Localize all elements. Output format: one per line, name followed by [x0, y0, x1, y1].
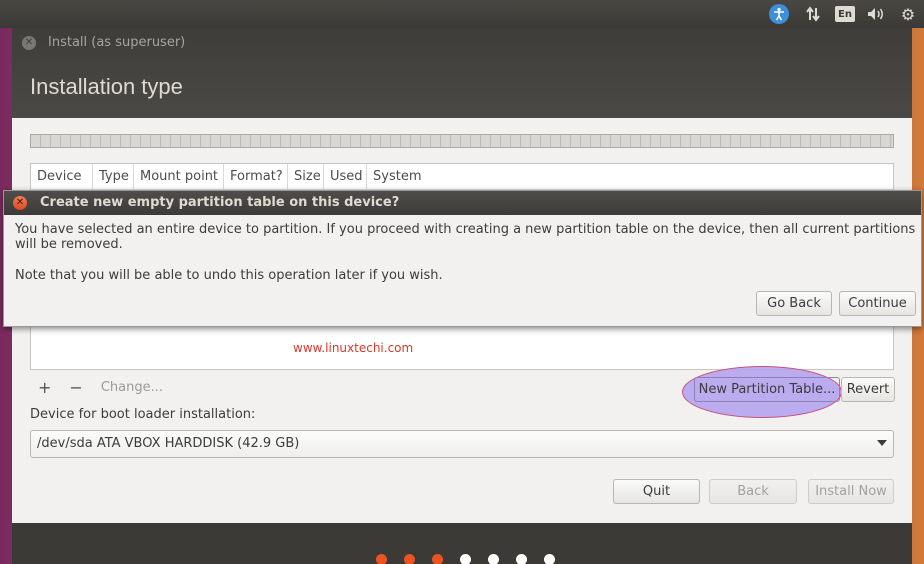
new-partition-table-button[interactable]: New Partition Table... [694, 377, 840, 402]
bootloader-selected-value: /dev/sda ATA VBOX HARDDISK (42.9 GB) [37, 436, 300, 451]
table-header: Device Type Mount point Format? Size Use… [31, 164, 893, 190]
install-now-button[interactable]: Install Now [808, 479, 894, 504]
step-progress-dots [376, 554, 555, 564]
bootloader-label: Device for boot loader installation: [30, 407, 256, 422]
continue-button[interactable]: Continue [839, 291, 916, 316]
column-header-device[interactable]: Device [31, 164, 93, 189]
progress-dot [516, 554, 527, 564]
progress-dot [460, 554, 471, 564]
confirm-dialog: ✕ Create new empty partition table on th… [3, 190, 922, 327]
window-title: Install (as superuser) [48, 35, 186, 50]
network-icon[interactable] [803, 4, 823, 24]
dialog-titlebar: ✕ Create new empty partition table on th… [4, 191, 921, 215]
close-icon[interactable]: ✕ [22, 36, 36, 50]
disk-usage-bar [30, 134, 894, 148]
keyboard-language-icon[interactable]: En [835, 6, 855, 22]
change-partition-button[interactable]: Change... [101, 380, 163, 395]
column-header-format[interactable]: Format? [224, 164, 288, 189]
dialog-note: Note that you will be able to undo this … [15, 268, 443, 283]
progress-dot [488, 554, 499, 564]
column-header-system[interactable]: System [367, 164, 893, 189]
bootloader-device-select[interactable]: /dev/sda ATA VBOX HARDDISK (42.9 GB) [30, 430, 894, 458]
settings-gear-icon[interactable]: ⚙ [898, 4, 918, 24]
progress-dot [432, 554, 443, 564]
watermark-text: www.linuxtechi.com [293, 341, 414, 355]
window-titlebar: ✕ Install (as superuser) Installation ty… [12, 28, 912, 118]
dialog-message: You have selected an entire device to pa… [15, 222, 916, 252]
column-header-mount-point[interactable]: Mount point [134, 164, 224, 189]
revert-button[interactable]: Revert [841, 377, 895, 402]
progress-dot [404, 554, 415, 564]
column-header-type[interactable]: Type [93, 164, 134, 189]
add-partition-button[interactable]: + [38, 378, 51, 397]
partition-toolbar: + − Change... [38, 378, 163, 397]
column-header-size[interactable]: Size [288, 164, 324, 189]
column-header-used[interactable]: Used [324, 164, 367, 189]
dialog-title: Create new empty partition table on this… [40, 195, 400, 210]
accessibility-icon[interactable] [769, 4, 789, 24]
progress-dot [544, 554, 555, 564]
progress-bar-area [12, 523, 912, 564]
quit-button[interactable]: Quit [613, 479, 700, 504]
remove-partition-button[interactable]: − [69, 378, 82, 397]
go-back-button[interactable]: Go Back [756, 291, 832, 316]
dialog-close-icon[interactable]: ✕ [13, 196, 27, 210]
back-button[interactable]: Back [709, 479, 797, 504]
page-title: Installation type [30, 74, 183, 99]
progress-dot [376, 554, 387, 564]
volume-icon[interactable] [865, 4, 887, 24]
dropdown-arrow-icon [877, 440, 887, 446]
top-panel: En ⚙ [0, 0, 924, 28]
